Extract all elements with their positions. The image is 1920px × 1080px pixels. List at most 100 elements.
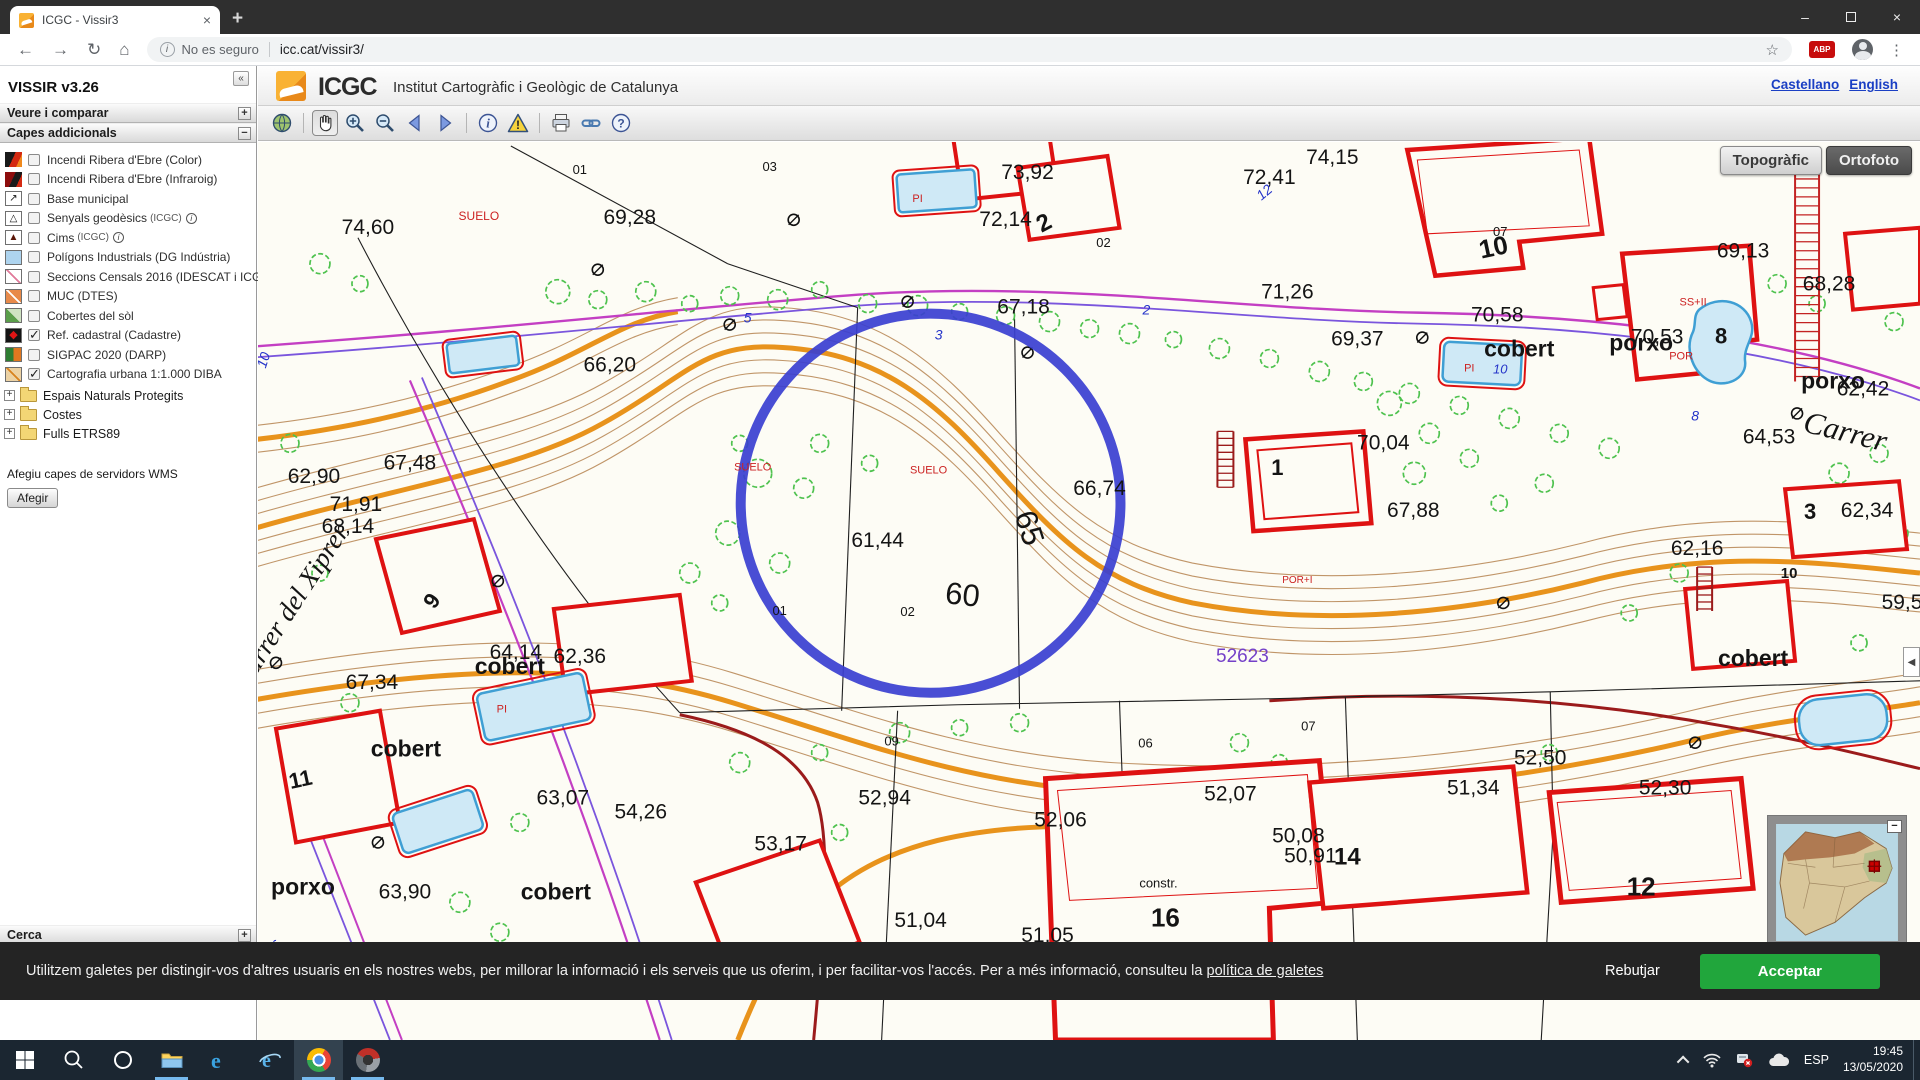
- section-toggle-button[interactable]: +: [238, 929, 251, 942]
- zoom-out-icon[interactable]: [372, 110, 398, 136]
- bookmark-star-icon[interactable]: ☆: [1766, 41, 1779, 59]
- folder-row[interactable]: +Fulls ETRS89: [4, 424, 256, 443]
- language-link-english[interactable]: English: [1849, 77, 1898, 92]
- taskbar-search-icon[interactable]: [49, 1040, 98, 1080]
- zoom-in-icon[interactable]: [342, 110, 368, 136]
- reload-icon[interactable]: ↻: [87, 41, 101, 58]
- layer-checkbox[interactable]: [28, 310, 40, 322]
- add-wms-button[interactable]: Afegir: [7, 488, 58, 508]
- share-link-icon[interactable]: [578, 110, 604, 136]
- next-view-icon[interactable]: [432, 110, 458, 136]
- browser-menu-icon[interactable]: ⋮: [1889, 41, 1904, 59]
- overview-minimap[interactable]: −: [1767, 815, 1907, 950]
- sidebar-section-veure-i-comparar[interactable]: Veure i comparar+: [0, 103, 256, 123]
- language-link-castellano[interactable]: Castellano: [1771, 77, 1839, 92]
- layer-row: Cartografia urbana 1:1.000 DIBA: [5, 365, 256, 385]
- section-toggle-button[interactable]: +: [238, 107, 251, 120]
- minimap-minimize-button[interactable]: −: [1887, 820, 1902, 833]
- pan-left-arrow[interactable]: ◀: [1903, 647, 1920, 677]
- sidebar-collapse-button[interactable]: «: [233, 71, 249, 86]
- layer-checkbox[interactable]: [28, 251, 40, 263]
- taskbar-start-icon[interactable]: [0, 1040, 49, 1080]
- folder-row[interactable]: +Costes: [4, 405, 256, 424]
- info-icon[interactable]: i: [186, 213, 197, 224]
- layer-checkbox[interactable]: [28, 212, 40, 224]
- back-icon[interactable]: ←: [17, 41, 34, 58]
- adblock-extension-icon[interactable]: ABP: [1809, 41, 1835, 58]
- home-icon[interactable]: ⌂: [119, 41, 129, 58]
- folder-icon: [20, 409, 37, 421]
- sidebar-section-capes-addicionals[interactable]: Capes addicionals−: [0, 123, 256, 143]
- sync-error-icon[interactable]: [1735, 1052, 1753, 1068]
- map-label: 62,36: [554, 645, 607, 668]
- layer-checkbox[interactable]: [28, 349, 40, 361]
- layer-checkbox[interactable]: [28, 271, 40, 283]
- layer-checkbox[interactable]: [28, 329, 40, 341]
- tab-close-icon[interactable]: ×: [203, 13, 211, 27]
- taskbar-cortana-icon[interactable]: [98, 1040, 147, 1080]
- taskbar-media-app-icon[interactable]: [343, 1040, 392, 1080]
- taskbar-internet-explorer-icon[interactable]: e: [245, 1040, 294, 1080]
- layer-row: △Senyals geodèsics(ICGC)i: [5, 209, 256, 229]
- reject-cookies-button[interactable]: Rebutjar: [1599, 962, 1666, 980]
- map-label: 71,26: [1261, 281, 1314, 304]
- maximize-button[interactable]: [1828, 0, 1874, 34]
- layer-checkbox[interactable]: [28, 154, 40, 166]
- expand-icon[interactable]: +: [4, 409, 15, 420]
- new-tab-button[interactable]: +: [232, 8, 243, 30]
- taskbar-clock[interactable]: 19:45 13/05/2020: [1843, 1044, 1903, 1075]
- map-label: 52,30: [1639, 777, 1692, 800]
- map-label: POR+I: [1282, 575, 1312, 586]
- forward-icon[interactable]: →: [52, 41, 69, 58]
- site-info-icon[interactable]: i: [160, 42, 175, 57]
- address-bar[interactable]: i No es seguro icc.cat/vissir3/ ☆: [147, 37, 1792, 62]
- folder-row[interactable]: +Espais Naturals Protegits: [4, 386, 256, 405]
- layer-checkbox[interactable]: [28, 173, 40, 185]
- onedrive-cloud-icon[interactable]: [1767, 1052, 1789, 1068]
- map-label: 09: [884, 734, 898, 749]
- browser-tab[interactable]: ICGC - Vissir3 ×: [10, 6, 220, 34]
- taskbar-file-explorer-icon[interactable]: [147, 1040, 196, 1080]
- toolbar-separator: [466, 113, 467, 133]
- layer-checkbox[interactable]: [28, 290, 40, 302]
- accept-cookies-button[interactable]: Acceptar: [1700, 954, 1880, 989]
- print-icon[interactable]: [548, 110, 574, 136]
- taskbar-edge-icon[interactable]: e: [196, 1040, 245, 1080]
- map-label: cobert: [521, 878, 592, 904]
- profile-avatar[interactable]: [1852, 39, 1873, 60]
- security-label: No es seguro: [182, 42, 259, 57]
- brand-name: ICGC: [318, 73, 377, 102]
- expand-icon[interactable]: +: [4, 390, 15, 401]
- prev-view-icon[interactable]: [402, 110, 428, 136]
- map-label: 8: [1715, 324, 1727, 349]
- info-icon[interactable]: i: [113, 232, 124, 243]
- layer-label: MUC (DTES): [47, 289, 118, 303]
- report-warning-icon[interactable]: !: [505, 110, 531, 136]
- pan-hand-icon[interactable]: [312, 110, 338, 136]
- expand-icon[interactable]: +: [4, 428, 15, 439]
- wifi-icon[interactable]: [1703, 1052, 1721, 1068]
- chrome-logo: [307, 1048, 331, 1072]
- map-canvas[interactable]: 74,1573,9272,4172,1474,6069,2867,1871,26…: [258, 142, 1920, 1040]
- help-icon[interactable]: ?: [608, 110, 634, 136]
- layer-checkbox[interactable]: [28, 193, 40, 205]
- hidden-icons-chevron[interactable]: [1680, 1056, 1689, 1065]
- basemap-button-ortofoto[interactable]: Ortofoto: [1826, 146, 1912, 175]
- map-label: cobert: [475, 653, 546, 679]
- close-button[interactable]: ×: [1874, 0, 1920, 34]
- layer-checkbox[interactable]: [28, 232, 40, 244]
- map-label: 12: [1627, 871, 1656, 901]
- overview-globe-icon[interactable]: [269, 110, 295, 136]
- taskbar-chrome-icon[interactable]: [294, 1040, 343, 1080]
- show-desktop-button[interactable]: [1913, 1040, 1920, 1080]
- svg-text:!: !: [516, 118, 520, 132]
- cookie-policy-link[interactable]: política de galetes: [1207, 963, 1324, 979]
- map-label: 74,60: [342, 216, 395, 239]
- map-label: 67,18: [997, 296, 1050, 319]
- layer-checkbox[interactable]: [28, 368, 40, 380]
- section-toggle-button[interactable]: −: [238, 127, 251, 140]
- info-point-icon[interactable]: i: [475, 110, 501, 136]
- keyboard-language[interactable]: ESP: [1804, 1053, 1829, 1067]
- basemap-button-topogràfic[interactable]: Topogràfic: [1720, 146, 1822, 175]
- minimize-button[interactable]: –: [1782, 0, 1828, 34]
